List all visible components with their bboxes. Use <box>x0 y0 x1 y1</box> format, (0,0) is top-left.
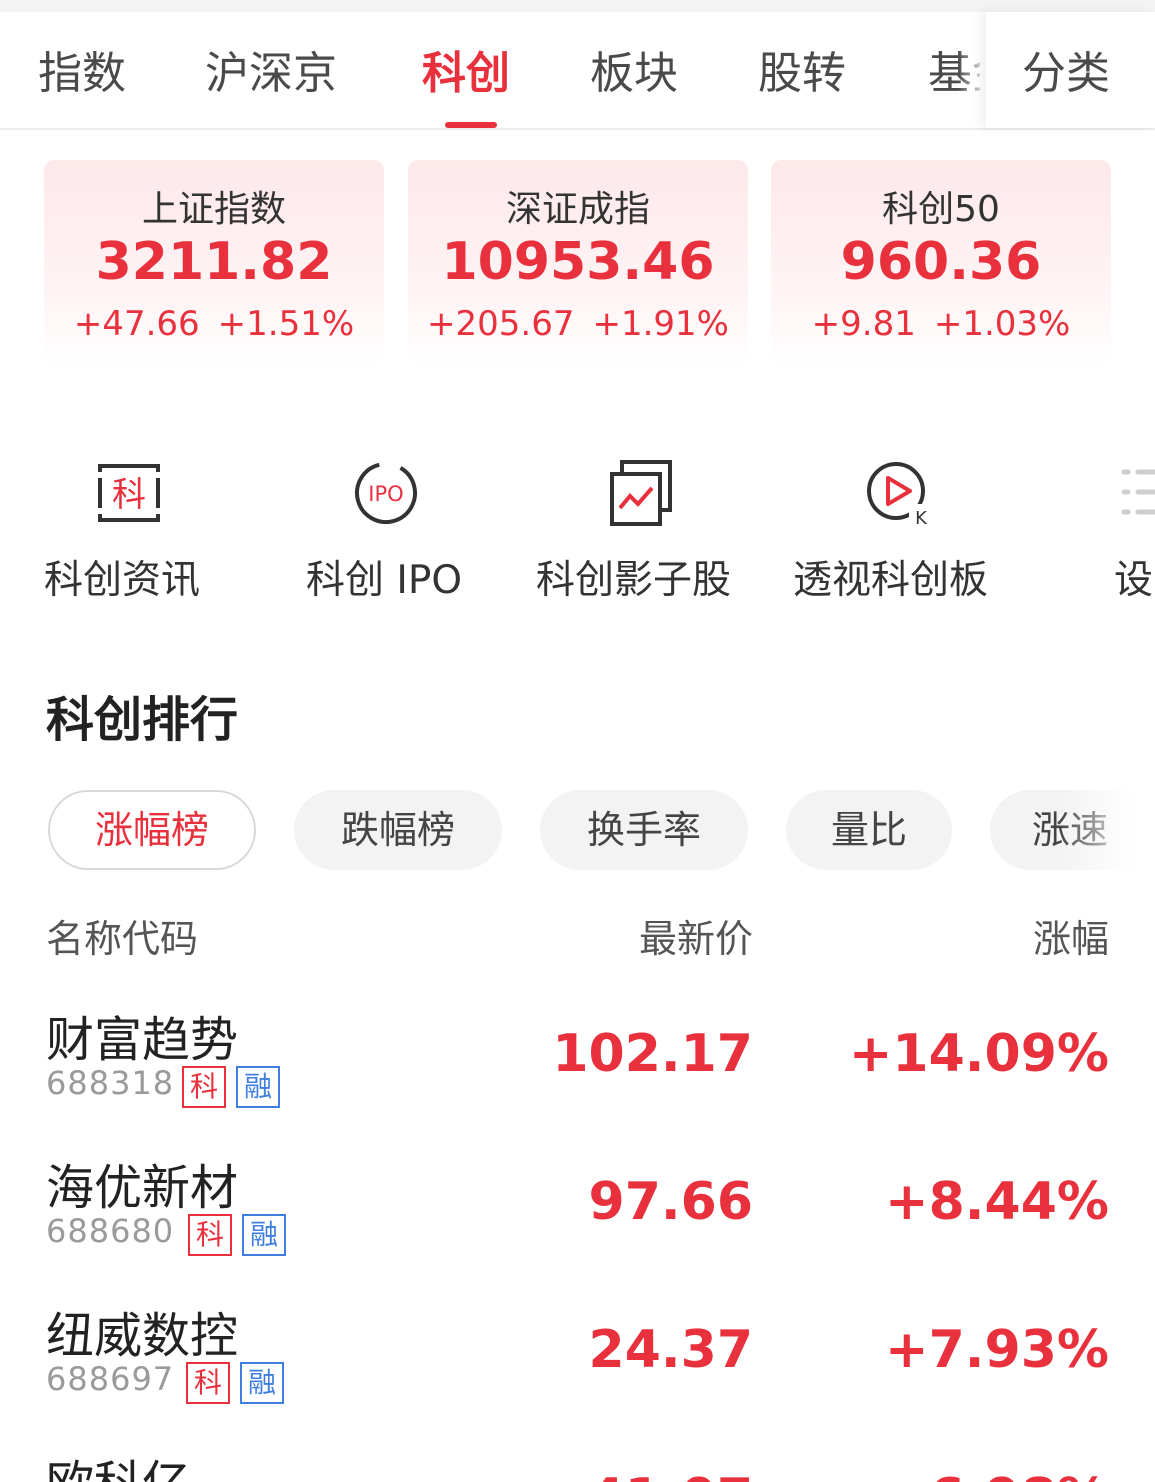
margin-trading-tag: 融 <box>236 1066 280 1108</box>
tab-sector[interactable]: 板块 <box>590 44 678 104</box>
stock-code: 688697 <box>46 1360 175 1398</box>
active-tab-indicator <box>445 122 497 128</box>
svg-text:科: 科 <box>112 475 146 515</box>
stock-name: 财富趋势 <box>46 1012 239 1068</box>
stock-change: +8.44% <box>885 1172 1109 1232</box>
tab-shsz[interactable]: 沪深京 <box>205 44 337 104</box>
shortcut-bar: 科 科创资讯 IPO 科创 IPO 科创影子股 K 透视科创板 设 <box>0 450 1155 620</box>
stock-change: +6.98% <box>885 1468 1109 1482</box>
index-cards: 上证指数 3211.82 +47.66 +1.51% 深证成指 10953.46 … <box>0 160 1155 370</box>
svg-text:IPO: IPO <box>368 482 403 506</box>
margin-trading-tag: 融 <box>240 1362 284 1404</box>
column-change[interactable]: 涨幅 <box>1033 908 1109 963</box>
stock-change: +7.93% <box>885 1320 1109 1380</box>
index-change-points: +47.66 <box>73 304 200 344</box>
stock-price: 24.37 <box>588 1320 753 1380</box>
index-card-sse[interactable]: 上证指数 3211.82 +47.66 +1.51% <box>44 160 384 366</box>
tab-neeq[interactable]: 股转 <box>758 44 846 104</box>
column-name-code: 名称代码 <box>46 917 199 961</box>
stock-name: 海优新材 <box>46 1160 239 1216</box>
ranking-filters: 涨幅榜 跌幅榜 换手率 量比 涨速 <box>0 790 1155 872</box>
stock-change: +14.09% <box>848 1024 1109 1084</box>
stock-price: 41.07 <box>589 1468 753 1482</box>
index-change-pct: +1.91% <box>592 304 729 344</box>
tabs-fade <box>958 12 988 128</box>
stock-price: 102.17 <box>552 1024 753 1084</box>
index-card-szse[interactable]: 深证成指 10953.46 +205.67 +1.91% <box>408 160 748 366</box>
star-market-tag: 科 <box>182 1066 226 1108</box>
category-button[interactable]: 分类 <box>986 12 1155 128</box>
ke-news-icon: 科 <box>98 464 160 522</box>
shortcut-star-board-insight[interactable]: K 透视科创板 <box>793 450 1003 620</box>
table-row[interactable]: 海优新材 688680 科 融 97.66 +8.44% <box>0 1148 1155 1296</box>
category-label: 分类 <box>1022 48 1110 99</box>
stock-price: 97.66 <box>588 1172 753 1232</box>
margin-trading-tag: 融 <box>242 1214 286 1256</box>
page: 指数 沪深京 科创 板块 股转 基金 分类 上证指数 3211.82 +47.6… <box>0 0 1155 1482</box>
index-card-star50[interactable]: 科创50 960.36 +9.81 +1.03% <box>771 160 1111 366</box>
index-change-pct: +1.03% <box>933 304 1071 344</box>
shortcut-shadow-stock[interactable]: 科创影子股 <box>536 450 746 620</box>
index-name: 科创50 <box>882 189 1000 230</box>
filters-fade <box>1060 788 1155 874</box>
index-value: 3211.82 <box>95 232 333 292</box>
index-change: +205.67 +1.91% <box>408 304 748 344</box>
shortcut-star-news[interactable]: 科 科创资讯 <box>44 450 214 620</box>
stock-code: 688318 <box>46 1064 175 1102</box>
shortcut-star-ipo[interactable]: IPO 科创 IPO <box>306 450 466 620</box>
filter-gainers[interactable]: 涨幅榜 <box>48 790 256 870</box>
column-price[interactable]: 最新价 <box>639 908 753 963</box>
shortcut-label: 透视科创板 <box>793 558 989 603</box>
shortcut-label: 设置 <box>1114 558 1155 603</box>
ranking-title: 科创排行 <box>46 692 239 748</box>
index-change-points: +9.81 <box>811 304 916 344</box>
tab-star[interactable]: 科创 <box>422 44 510 104</box>
table-row[interactable]: 财富趋势 688318 科 融 102.17 +14.09% <box>0 1000 1155 1148</box>
stock-name: 纽威数控 <box>46 1308 239 1364</box>
filter-volume-ratio[interactable]: 量比 <box>786 790 952 870</box>
shadow-stock-icon <box>610 460 672 526</box>
index-change: +47.66 +1.51% <box>44 304 384 344</box>
tab-index[interactable]: 指数 <box>38 44 126 104</box>
shortcut-label: 科创 IPO <box>306 558 463 603</box>
star-market-tag: 科 <box>188 1214 232 1256</box>
table-row[interactable]: 欧科亿 41.07 +6.98% <box>0 1444 1155 1482</box>
svg-text:K: K <box>915 508 928 528</box>
index-value: 10953.46 <box>441 232 715 292</box>
index-name: 深证成指 <box>505 189 650 230</box>
index-value: 960.36 <box>840 232 1042 292</box>
shortcut-label: 科创资讯 <box>44 558 201 603</box>
video-play-icon: K <box>867 462 931 528</box>
index-change: +9.81 +1.03% <box>771 304 1111 344</box>
status-strip <box>0 0 1155 12</box>
table-row[interactable]: 纽威数控 688697 科 融 24.37 +7.93% <box>0 1296 1155 1444</box>
stock-name: 欧科亿 <box>46 1444 190 1482</box>
filter-turnover[interactable]: 换手率 <box>540 790 748 870</box>
index-change-pct: +1.51% <box>217 304 355 344</box>
shortcut-settings[interactable]: 设置 <box>1112 450 1155 620</box>
shortcut-label: 科创影子股 <box>536 558 732 603</box>
filter-losers[interactable]: 跌幅榜 <box>294 790 502 870</box>
settings-list-icon <box>1121 469 1155 515</box>
index-change-points: +205.67 <box>427 304 575 344</box>
index-name: 上证指数 <box>141 189 286 230</box>
ipo-icon: IPO <box>355 462 417 524</box>
star-market-tag: 科 <box>186 1362 230 1404</box>
stock-code: 688680 <box>46 1212 175 1250</box>
